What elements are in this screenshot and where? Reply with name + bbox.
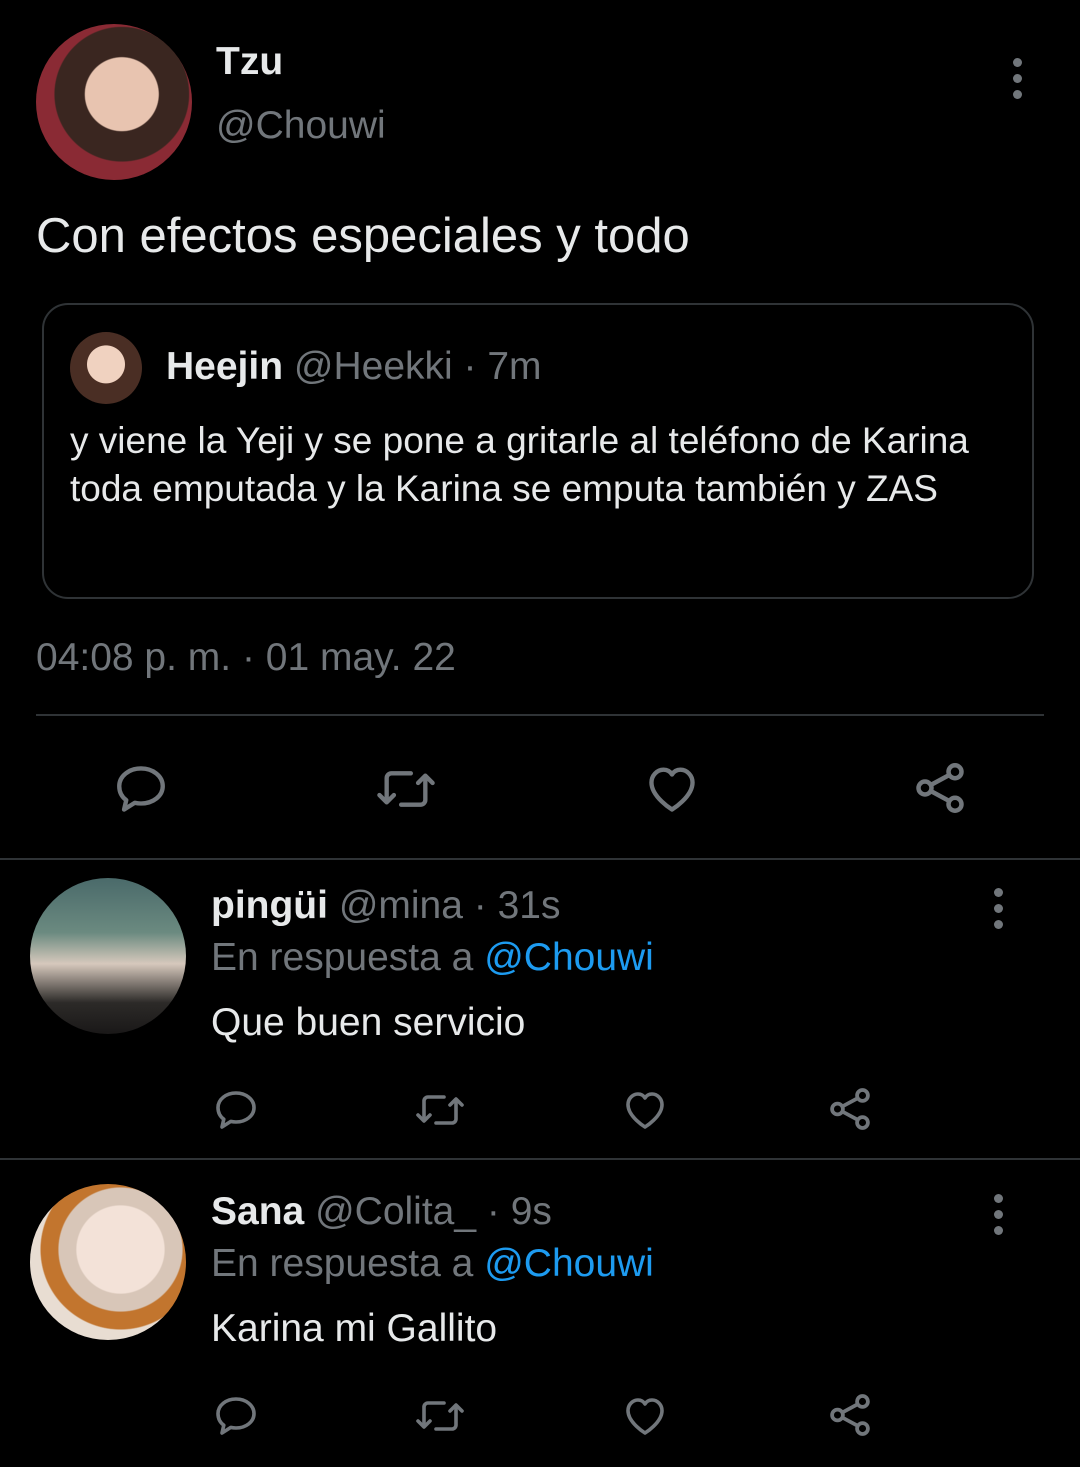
like-icon[interactable] bbox=[620, 1086, 670, 1134]
more-icon[interactable] bbox=[988, 888, 1008, 929]
reply-context: En respuesta a @Chouwi bbox=[211, 936, 654, 980]
reply-context-prefix: En respuesta a bbox=[211, 1242, 474, 1285]
reply-avatar[interactable] bbox=[30, 878, 186, 1034]
reply-header: pingüi @mina · 31s bbox=[211, 884, 560, 928]
retweet-icon[interactable] bbox=[413, 1086, 467, 1134]
divider bbox=[0, 1158, 1080, 1160]
quoted-tweet[interactable]: Heejin @Heekki · 7m y viene la Yeji y se… bbox=[42, 303, 1034, 599]
reply-handle[interactable]: @Colita_ bbox=[315, 1190, 476, 1233]
divider bbox=[36, 714, 1044, 716]
quoted-handle: @Heekki bbox=[293, 345, 453, 388]
reply-icon[interactable] bbox=[212, 1086, 260, 1134]
reply-time: · 9s bbox=[486, 1190, 552, 1233]
share-icon[interactable] bbox=[825, 1390, 875, 1440]
author-display-name[interactable]: Tzu bbox=[216, 40, 283, 84]
reply-avatar[interactable] bbox=[30, 1184, 186, 1340]
retweet-icon[interactable] bbox=[373, 760, 439, 818]
reply-handle[interactable]: @mina bbox=[339, 884, 463, 927]
quoted-time: · 7m bbox=[463, 345, 542, 388]
reply-context-prefix: En respuesta a bbox=[211, 936, 474, 979]
more-icon[interactable] bbox=[1007, 58, 1027, 99]
reply-text: Que buen servicio bbox=[211, 1001, 526, 1044]
reply-display-name[interactable]: Sana bbox=[211, 1190, 304, 1233]
author-avatar[interactable] bbox=[36, 24, 192, 180]
reply-text: Karina mi Gallito bbox=[211, 1307, 498, 1350]
share-icon[interactable] bbox=[910, 758, 970, 818]
quoted-display-name: Heejin bbox=[166, 345, 284, 388]
like-icon[interactable] bbox=[642, 760, 702, 818]
reply-to-link[interactable]: @Chouwi bbox=[484, 1242, 654, 1285]
divider bbox=[0, 858, 1080, 860]
retweet-icon[interactable] bbox=[413, 1392, 467, 1440]
tweet-timestamp: 04:08 p. m. · 01 may. 22 bbox=[36, 636, 456, 679]
tweet-text: Con efectos especiales y todo bbox=[36, 209, 690, 263]
reply-header: Sana @Colita_ · 9s bbox=[211, 1190, 552, 1234]
more-icon[interactable] bbox=[988, 1194, 1008, 1235]
reply-context: En respuesta a @Chouwi bbox=[211, 1242, 654, 1286]
quoted-text: y viene la Yeji y se pone a gritarle al … bbox=[70, 420, 969, 509]
reply-icon[interactable] bbox=[212, 1392, 260, 1440]
reply-display-name[interactable]: pingüi bbox=[211, 884, 328, 927]
quoted-header: Heejin @Heekki · 7m bbox=[166, 345, 542, 389]
quoted-author-avatar bbox=[70, 332, 142, 404]
reply-to-link[interactable]: @Chouwi bbox=[484, 936, 654, 979]
like-icon[interactable] bbox=[620, 1392, 670, 1440]
reply-icon[interactable] bbox=[112, 760, 170, 818]
share-icon[interactable] bbox=[825, 1084, 875, 1134]
reply-time: · 31s bbox=[473, 884, 561, 927]
author-handle[interactable]: @Chouwi bbox=[216, 104, 386, 148]
